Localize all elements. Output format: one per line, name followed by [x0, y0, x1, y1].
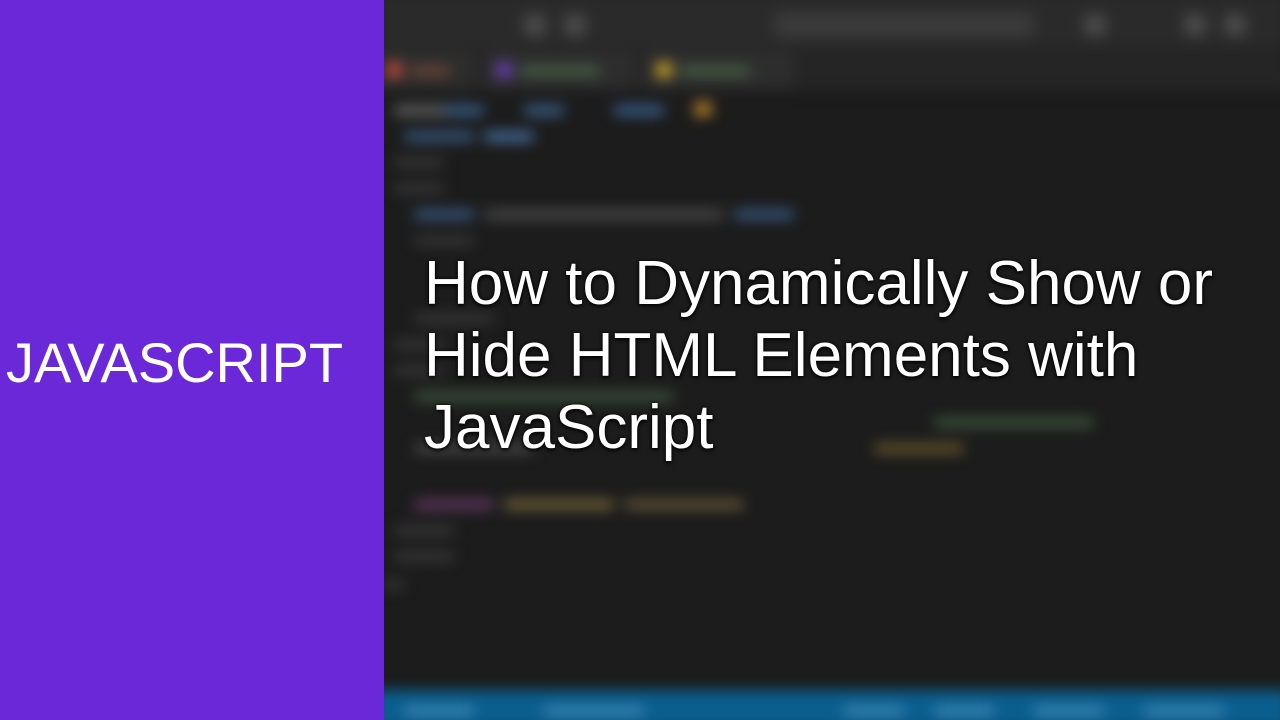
code-line — [394, 184, 444, 193]
article-title: How to Dynamically Show or Hide HTML Ele… — [424, 249, 1214, 462]
category-panel: JAVASCRIPT — [0, 0, 384, 720]
code-line — [614, 106, 664, 115]
code-line — [694, 102, 712, 116]
code-line — [414, 210, 474, 219]
editor-statusbar — [384, 690, 1280, 720]
code-line — [484, 132, 534, 141]
code-line — [624, 500, 744, 509]
forward-arrow-icon — [564, 14, 586, 36]
thumbnail-banner: JAVASCRIPT How to Dynamically Show or Hi… — [0, 0, 1280, 720]
code-line — [484, 210, 724, 219]
status-item — [404, 706, 474, 716]
code-line — [734, 210, 794, 219]
layout-icon — [1184, 14, 1206, 36]
file-icon — [496, 62, 512, 78]
code-line — [414, 236, 474, 245]
tab-label — [680, 67, 750, 75]
layout-icon — [1224, 14, 1246, 36]
file-icon — [656, 62, 672, 78]
tab-label — [410, 67, 450, 75]
back-arrow-icon — [524, 14, 546, 36]
code-line — [384, 580, 404, 589]
code-line — [404, 132, 474, 141]
status-item — [844, 706, 904, 716]
command-search-box — [774, 12, 1034, 38]
editor-tab — [644, 50, 794, 90]
code-line — [504, 500, 614, 509]
code-line — [394, 158, 444, 167]
code-line — [444, 106, 484, 115]
category-label: JAVASCRIPT — [6, 331, 344, 394]
status-item — [544, 706, 644, 716]
editor-tab — [384, 50, 474, 90]
status-item — [934, 706, 994, 716]
editor-tab — [484, 50, 634, 90]
code-line — [394, 526, 454, 535]
code-line — [414, 500, 494, 509]
code-line — [524, 106, 564, 115]
status-item — [1144, 706, 1224, 716]
editor-titlebar — [384, 0, 1280, 46]
status-item — [1034, 706, 1104, 716]
code-line — [394, 552, 454, 561]
file-icon — [386, 62, 402, 78]
tab-label — [520, 67, 600, 75]
account-icon — [1084, 14, 1106, 36]
